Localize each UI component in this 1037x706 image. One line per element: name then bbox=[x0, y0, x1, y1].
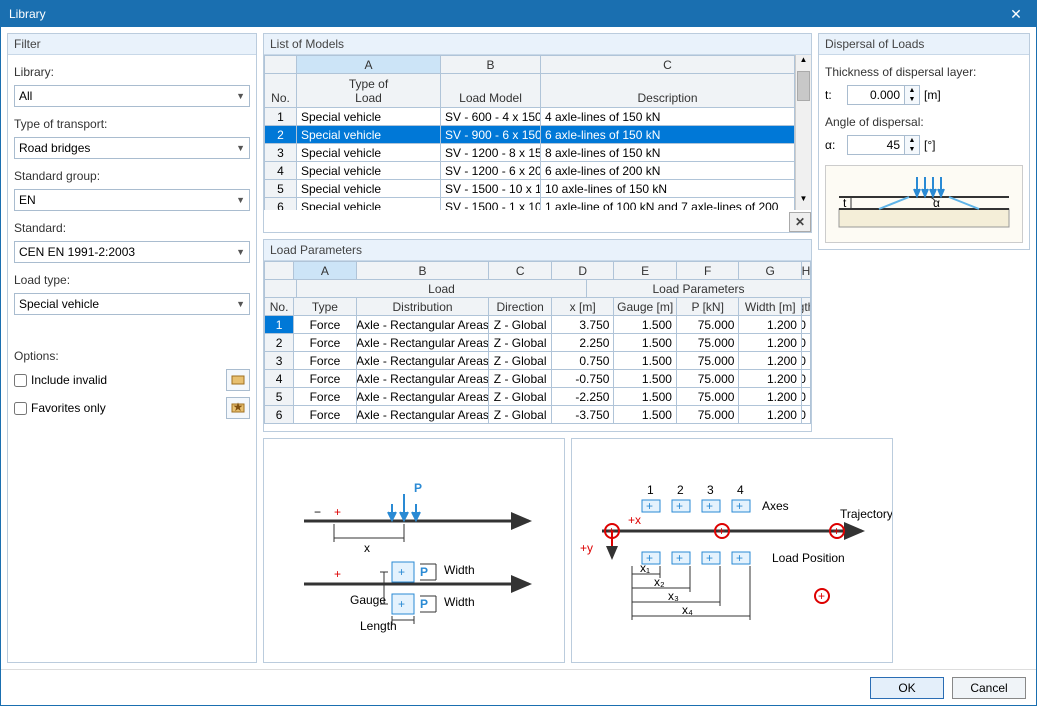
models-scrollbar[interactable]: ▲ ▼ bbox=[795, 55, 811, 210]
close-icon[interactable]: ✕ bbox=[1004, 6, 1028, 23]
svg-text:x₁: x₁ bbox=[640, 561, 650, 575]
include-invalid-check[interactable] bbox=[14, 374, 27, 387]
favorites-only-check[interactable] bbox=[14, 402, 27, 415]
table-row[interactable]: 4ForceAxle - Rectangular AreasZ - Global… bbox=[265, 370, 811, 388]
svg-text:−: − bbox=[314, 505, 321, 519]
load-diagram-left: − + P x + bbox=[263, 438, 565, 663]
svg-text:P: P bbox=[420, 597, 428, 611]
svg-text:★: ★ bbox=[233, 402, 244, 414]
svg-text:+: + bbox=[398, 597, 405, 611]
svg-text:+: + bbox=[706, 551, 713, 565]
chevron-down-icon: ▼ bbox=[236, 143, 245, 153]
close-row-button[interactable]: ✕ bbox=[789, 212, 811, 232]
table-row[interactable]: 6Special vehicleSV - 1500 - 1 x 100 + 7 … bbox=[265, 198, 795, 210]
thickness-label: Thickness of dispersal layer: bbox=[825, 65, 1023, 79]
stdgroup-combo[interactable]: EN ▼ bbox=[14, 189, 250, 211]
svg-text:Length: Length bbox=[360, 619, 397, 633]
thickness-spinner[interactable]: ▲▼ bbox=[847, 85, 920, 105]
table-row[interactable]: 2ForceAxle - Rectangular AreasZ - Global… bbox=[265, 334, 811, 352]
filter-icon-button-1[interactable] bbox=[226, 369, 250, 391]
svg-text:+: + bbox=[334, 505, 341, 519]
svg-text:+: + bbox=[676, 499, 683, 513]
filter-title: Filter bbox=[8, 34, 256, 55]
transport-combo[interactable]: Road bridges ▼ bbox=[14, 137, 250, 159]
table-row[interactable]: 5Special vehicleSV - 1500 - 10 x 15010 a… bbox=[265, 180, 795, 198]
window-title: Library bbox=[9, 7, 46, 21]
svg-text:x: x bbox=[364, 541, 370, 555]
options-label: Options: bbox=[14, 349, 250, 363]
spin-down-icon[interactable]: ▼ bbox=[905, 145, 919, 154]
folder-star-icon: ★ bbox=[231, 402, 245, 414]
close-icon: ✕ bbox=[795, 215, 805, 229]
svg-text:2: 2 bbox=[677, 483, 684, 497]
filter-icon-button-2[interactable]: ★ bbox=[226, 397, 250, 419]
svg-text:+x: +x bbox=[628, 513, 641, 527]
stdgroup-label: Standard group: bbox=[14, 169, 250, 183]
ok-button[interactable]: OK bbox=[870, 677, 944, 699]
transport-label: Type of transport: bbox=[14, 117, 250, 131]
table-row[interactable]: 1ForceAxle - Rectangular AreasZ - Global… bbox=[265, 316, 811, 334]
svg-text:Gauge: Gauge bbox=[350, 593, 386, 607]
svg-text:4: 4 bbox=[737, 483, 744, 497]
library-label: Library: bbox=[14, 65, 250, 79]
svg-text:x₄: x₄ bbox=[682, 603, 693, 617]
svg-text:P: P bbox=[414, 481, 422, 495]
svg-text:Width: Width bbox=[444, 595, 475, 609]
svg-text:1: 1 bbox=[647, 483, 654, 497]
table-row[interactable]: 3ForceAxle - Rectangular AreasZ - Global… bbox=[265, 352, 811, 370]
chevron-down-icon: ▼ bbox=[236, 247, 245, 257]
models-title: List of Models bbox=[264, 34, 811, 55]
models-grid[interactable]: A B C No. Type of Load Load Model Descri… bbox=[264, 55, 795, 210]
include-invalid-label: Include invalid bbox=[31, 373, 107, 387]
cancel-button[interactable]: Cancel bbox=[952, 677, 1026, 699]
angle-label: Angle of dispersal: bbox=[825, 115, 1023, 129]
folder-icon bbox=[231, 374, 245, 386]
dispersal-title: Dispersal of Loads bbox=[819, 34, 1029, 55]
chevron-down-icon: ▼ bbox=[236, 299, 245, 309]
svg-text:P: P bbox=[420, 565, 428, 579]
spin-up-icon[interactable]: ▲ bbox=[905, 136, 919, 145]
svg-text:Axes: Axes bbox=[762, 499, 789, 513]
table-row[interactable]: 6ForceAxle - Rectangular AreasZ - Global… bbox=[265, 406, 811, 424]
table-row[interactable]: 5ForceAxle - Rectangular AreasZ - Global… bbox=[265, 388, 811, 406]
angle-input[interactable] bbox=[847, 135, 905, 155]
table-row[interactable]: 1Special vehicleSV - 600 - 4 x 1504 axle… bbox=[265, 108, 795, 126]
table-row[interactable]: 4Special vehicleSV - 1200 - 6 x 2006 axl… bbox=[265, 162, 795, 180]
table-row[interactable]: 2Special vehicleSV - 900 - 6 x 1506 axle… bbox=[265, 126, 795, 144]
svg-text:+: + bbox=[676, 551, 683, 565]
library-combo[interactable]: All ▼ bbox=[14, 85, 250, 107]
params-title: Load Parameters bbox=[264, 240, 811, 261]
svg-text:α: α bbox=[933, 196, 940, 210]
svg-text:+y: +y bbox=[580, 541, 593, 555]
svg-text:t: t bbox=[843, 196, 847, 210]
svg-text:+: + bbox=[334, 567, 341, 581]
svg-text:+: + bbox=[736, 499, 743, 513]
standard-combo[interactable]: CEN EN 1991-2:2003 ▼ bbox=[14, 241, 250, 263]
angle-spinner[interactable]: ▲▼ bbox=[847, 135, 920, 155]
svg-text:+: + bbox=[706, 499, 713, 513]
spin-down-icon[interactable]: ▼ bbox=[905, 95, 919, 104]
table-row[interactable]: 3Special vehicleSV - 1200 - 8 x 1508 axl… bbox=[265, 144, 795, 162]
spin-up-icon[interactable]: ▲ bbox=[905, 86, 919, 95]
params-grid[interactable]: A B C D E F G H Load bbox=[264, 261, 811, 424]
svg-text:+: + bbox=[646, 499, 653, 513]
svg-text:x₃: x₃ bbox=[668, 589, 679, 603]
svg-text:3: 3 bbox=[707, 483, 714, 497]
svg-text:Width: Width bbox=[444, 563, 475, 577]
dispersal-diagram: t α bbox=[825, 165, 1023, 243]
svg-text:+: + bbox=[718, 524, 725, 538]
thickness-input[interactable] bbox=[847, 85, 905, 105]
titlebar: Library ✕ bbox=[1, 1, 1036, 27]
standard-label: Standard: bbox=[14, 221, 250, 235]
svg-text:+: + bbox=[398, 565, 405, 579]
favorites-only-label: Favorites only bbox=[31, 401, 106, 415]
chevron-down-icon: ▼ bbox=[236, 195, 245, 205]
chevron-down-icon: ▼ bbox=[236, 91, 245, 101]
loadtype-combo[interactable]: Special vehicle ▼ bbox=[14, 293, 250, 315]
loadtype-label: Load type: bbox=[14, 273, 250, 287]
svg-text:+: + bbox=[736, 551, 743, 565]
